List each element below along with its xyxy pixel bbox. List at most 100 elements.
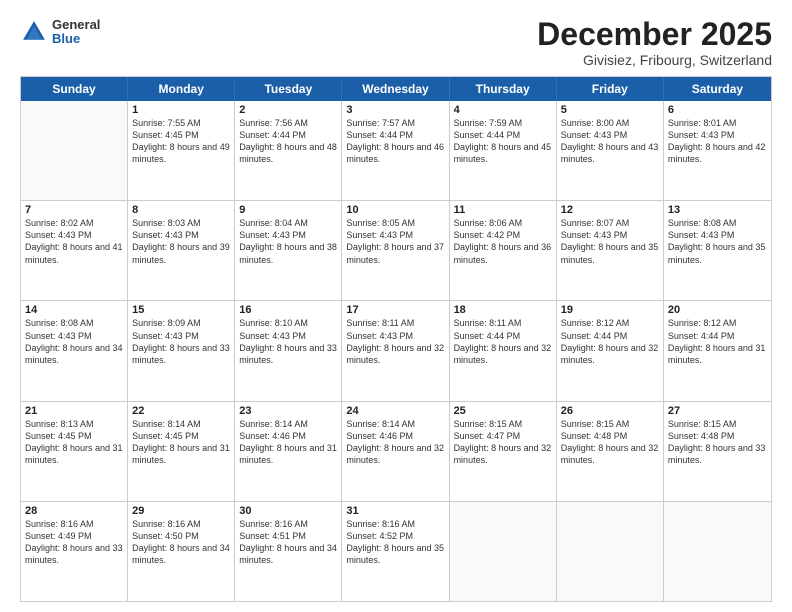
day-number: 17 [346, 304, 444, 316]
day-number: 31 [346, 505, 444, 517]
day-number: 12 [561, 204, 659, 216]
day-number: 4 [454, 104, 552, 116]
logo-text: General Blue [52, 18, 100, 47]
cell-info: Sunrise: 8:14 AM Sunset: 4:46 PM Dayligh… [239, 418, 337, 467]
calendar-week-4: 21Sunrise: 8:13 AM Sunset: 4:45 PM Dayli… [21, 401, 771, 501]
day-number: 5 [561, 104, 659, 116]
calendar-cell: 28Sunrise: 8:16 AM Sunset: 4:49 PM Dayli… [21, 502, 128, 601]
day-number: 6 [668, 104, 767, 116]
day-number: 22 [132, 405, 230, 417]
logo: General Blue [20, 18, 100, 47]
day-number: 25 [454, 405, 552, 417]
calendar-cell: 19Sunrise: 8:12 AM Sunset: 4:44 PM Dayli… [557, 301, 664, 400]
day-number: 27 [668, 405, 767, 417]
calendar: SundayMondayTuesdayWednesdayThursdayFrid… [20, 76, 772, 602]
calendar-cell [450, 502, 557, 601]
calendar-cell: 22Sunrise: 8:14 AM Sunset: 4:45 PM Dayli… [128, 402, 235, 501]
calendar-cell: 14Sunrise: 8:08 AM Sunset: 4:43 PM Dayli… [21, 301, 128, 400]
calendar-cell: 4Sunrise: 7:59 AM Sunset: 4:44 PM Daylig… [450, 101, 557, 200]
cell-info: Sunrise: 8:06 AM Sunset: 4:42 PM Dayligh… [454, 217, 552, 266]
day-number: 1 [132, 104, 230, 116]
calendar-cell: 30Sunrise: 8:16 AM Sunset: 4:51 PM Dayli… [235, 502, 342, 601]
calendar-cell [557, 502, 664, 601]
cell-info: Sunrise: 8:12 AM Sunset: 4:44 PM Dayligh… [668, 317, 767, 366]
calendar-cell: 17Sunrise: 8:11 AM Sunset: 4:43 PM Dayli… [342, 301, 449, 400]
calendar-cell: 8Sunrise: 8:03 AM Sunset: 4:43 PM Daylig… [128, 201, 235, 300]
cell-info: Sunrise: 8:08 AM Sunset: 4:43 PM Dayligh… [25, 317, 123, 366]
cell-info: Sunrise: 8:12 AM Sunset: 4:44 PM Dayligh… [561, 317, 659, 366]
page: General Blue December 2025 Givisiez, Fri… [0, 0, 792, 612]
calendar-cell: 2Sunrise: 7:56 AM Sunset: 4:44 PM Daylig… [235, 101, 342, 200]
cell-info: Sunrise: 8:08 AM Sunset: 4:43 PM Dayligh… [668, 217, 767, 266]
cell-info: Sunrise: 7:57 AM Sunset: 4:44 PM Dayligh… [346, 117, 444, 166]
cell-info: Sunrise: 8:03 AM Sunset: 4:43 PM Dayligh… [132, 217, 230, 266]
logo-icon [20, 18, 48, 46]
cell-info: Sunrise: 8:00 AM Sunset: 4:43 PM Dayligh… [561, 117, 659, 166]
day-number: 3 [346, 104, 444, 116]
day-number: 9 [239, 204, 337, 216]
cell-info: Sunrise: 8:16 AM Sunset: 4:51 PM Dayligh… [239, 518, 337, 567]
day-number: 18 [454, 304, 552, 316]
day-number: 28 [25, 505, 123, 517]
day-number: 21 [25, 405, 123, 417]
calendar-cell: 25Sunrise: 8:15 AM Sunset: 4:47 PM Dayli… [450, 402, 557, 501]
cell-info: Sunrise: 8:01 AM Sunset: 4:43 PM Dayligh… [668, 117, 767, 166]
calendar-week-2: 7Sunrise: 8:02 AM Sunset: 4:43 PM Daylig… [21, 200, 771, 300]
cell-info: Sunrise: 8:11 AM Sunset: 4:43 PM Dayligh… [346, 317, 444, 366]
calendar-week-1: 1Sunrise: 7:55 AM Sunset: 4:45 PM Daylig… [21, 101, 771, 200]
month-title: December 2025 [537, 18, 772, 50]
cell-info: Sunrise: 7:56 AM Sunset: 4:44 PM Dayligh… [239, 117, 337, 166]
calendar-week-5: 28Sunrise: 8:16 AM Sunset: 4:49 PM Dayli… [21, 501, 771, 601]
calendar-cell: 13Sunrise: 8:08 AM Sunset: 4:43 PM Dayli… [664, 201, 771, 300]
cell-info: Sunrise: 8:16 AM Sunset: 4:49 PM Dayligh… [25, 518, 123, 567]
calendar-cell: 31Sunrise: 8:16 AM Sunset: 4:52 PM Dayli… [342, 502, 449, 601]
calendar-cell: 12Sunrise: 8:07 AM Sunset: 4:43 PM Dayli… [557, 201, 664, 300]
day-of-week-wednesday: Wednesday [342, 77, 449, 101]
header: General Blue December 2025 Givisiez, Fri… [20, 18, 772, 68]
cell-info: Sunrise: 8:15 AM Sunset: 4:48 PM Dayligh… [668, 418, 767, 467]
day-of-week-friday: Friday [557, 77, 664, 101]
day-number: 19 [561, 304, 659, 316]
cell-info: Sunrise: 8:11 AM Sunset: 4:44 PM Dayligh… [454, 317, 552, 366]
calendar-cell: 5Sunrise: 8:00 AM Sunset: 4:43 PM Daylig… [557, 101, 664, 200]
calendar-cell: 27Sunrise: 8:15 AM Sunset: 4:48 PM Dayli… [664, 402, 771, 501]
day-number: 24 [346, 405, 444, 417]
calendar-cell: 15Sunrise: 8:09 AM Sunset: 4:43 PM Dayli… [128, 301, 235, 400]
logo-general: General [52, 18, 100, 32]
cell-info: Sunrise: 8:15 AM Sunset: 4:47 PM Dayligh… [454, 418, 552, 467]
calendar-cell: 11Sunrise: 8:06 AM Sunset: 4:42 PM Dayli… [450, 201, 557, 300]
cell-info: Sunrise: 8:10 AM Sunset: 4:43 PM Dayligh… [239, 317, 337, 366]
calendar-cell: 18Sunrise: 8:11 AM Sunset: 4:44 PM Dayli… [450, 301, 557, 400]
day-number: 8 [132, 204, 230, 216]
cell-info: Sunrise: 7:55 AM Sunset: 4:45 PM Dayligh… [132, 117, 230, 166]
day-of-week-tuesday: Tuesday [235, 77, 342, 101]
day-number: 20 [668, 304, 767, 316]
cell-info: Sunrise: 8:05 AM Sunset: 4:43 PM Dayligh… [346, 217, 444, 266]
calendar-cell: 21Sunrise: 8:13 AM Sunset: 4:45 PM Dayli… [21, 402, 128, 501]
cell-info: Sunrise: 8:14 AM Sunset: 4:46 PM Dayligh… [346, 418, 444, 467]
cell-info: Sunrise: 8:15 AM Sunset: 4:48 PM Dayligh… [561, 418, 659, 467]
title-section: December 2025 Givisiez, Fribourg, Switze… [537, 18, 772, 68]
calendar-cell: 23Sunrise: 8:14 AM Sunset: 4:46 PM Dayli… [235, 402, 342, 501]
calendar-cell: 29Sunrise: 8:16 AM Sunset: 4:50 PM Dayli… [128, 502, 235, 601]
calendar-cell: 24Sunrise: 8:14 AM Sunset: 4:46 PM Dayli… [342, 402, 449, 501]
day-of-week-monday: Monday [128, 77, 235, 101]
cell-info: Sunrise: 7:59 AM Sunset: 4:44 PM Dayligh… [454, 117, 552, 166]
day-number: 14 [25, 304, 123, 316]
cell-info: Sunrise: 8:04 AM Sunset: 4:43 PM Dayligh… [239, 217, 337, 266]
cell-info: Sunrise: 8:16 AM Sunset: 4:50 PM Dayligh… [132, 518, 230, 567]
day-number: 2 [239, 104, 337, 116]
day-number: 29 [132, 505, 230, 517]
calendar-cell [664, 502, 771, 601]
cell-info: Sunrise: 8:13 AM Sunset: 4:45 PM Dayligh… [25, 418, 123, 467]
day-number: 10 [346, 204, 444, 216]
calendar-cell: 16Sunrise: 8:10 AM Sunset: 4:43 PM Dayli… [235, 301, 342, 400]
calendar-body: 1Sunrise: 7:55 AM Sunset: 4:45 PM Daylig… [21, 101, 771, 601]
day-of-week-thursday: Thursday [450, 77, 557, 101]
cell-info: Sunrise: 8:09 AM Sunset: 4:43 PM Dayligh… [132, 317, 230, 366]
day-number: 13 [668, 204, 767, 216]
calendar-cell: 26Sunrise: 8:15 AM Sunset: 4:48 PM Dayli… [557, 402, 664, 501]
calendar-cell: 9Sunrise: 8:04 AM Sunset: 4:43 PM Daylig… [235, 201, 342, 300]
calendar-cell: 6Sunrise: 8:01 AM Sunset: 4:43 PM Daylig… [664, 101, 771, 200]
day-number: 11 [454, 204, 552, 216]
